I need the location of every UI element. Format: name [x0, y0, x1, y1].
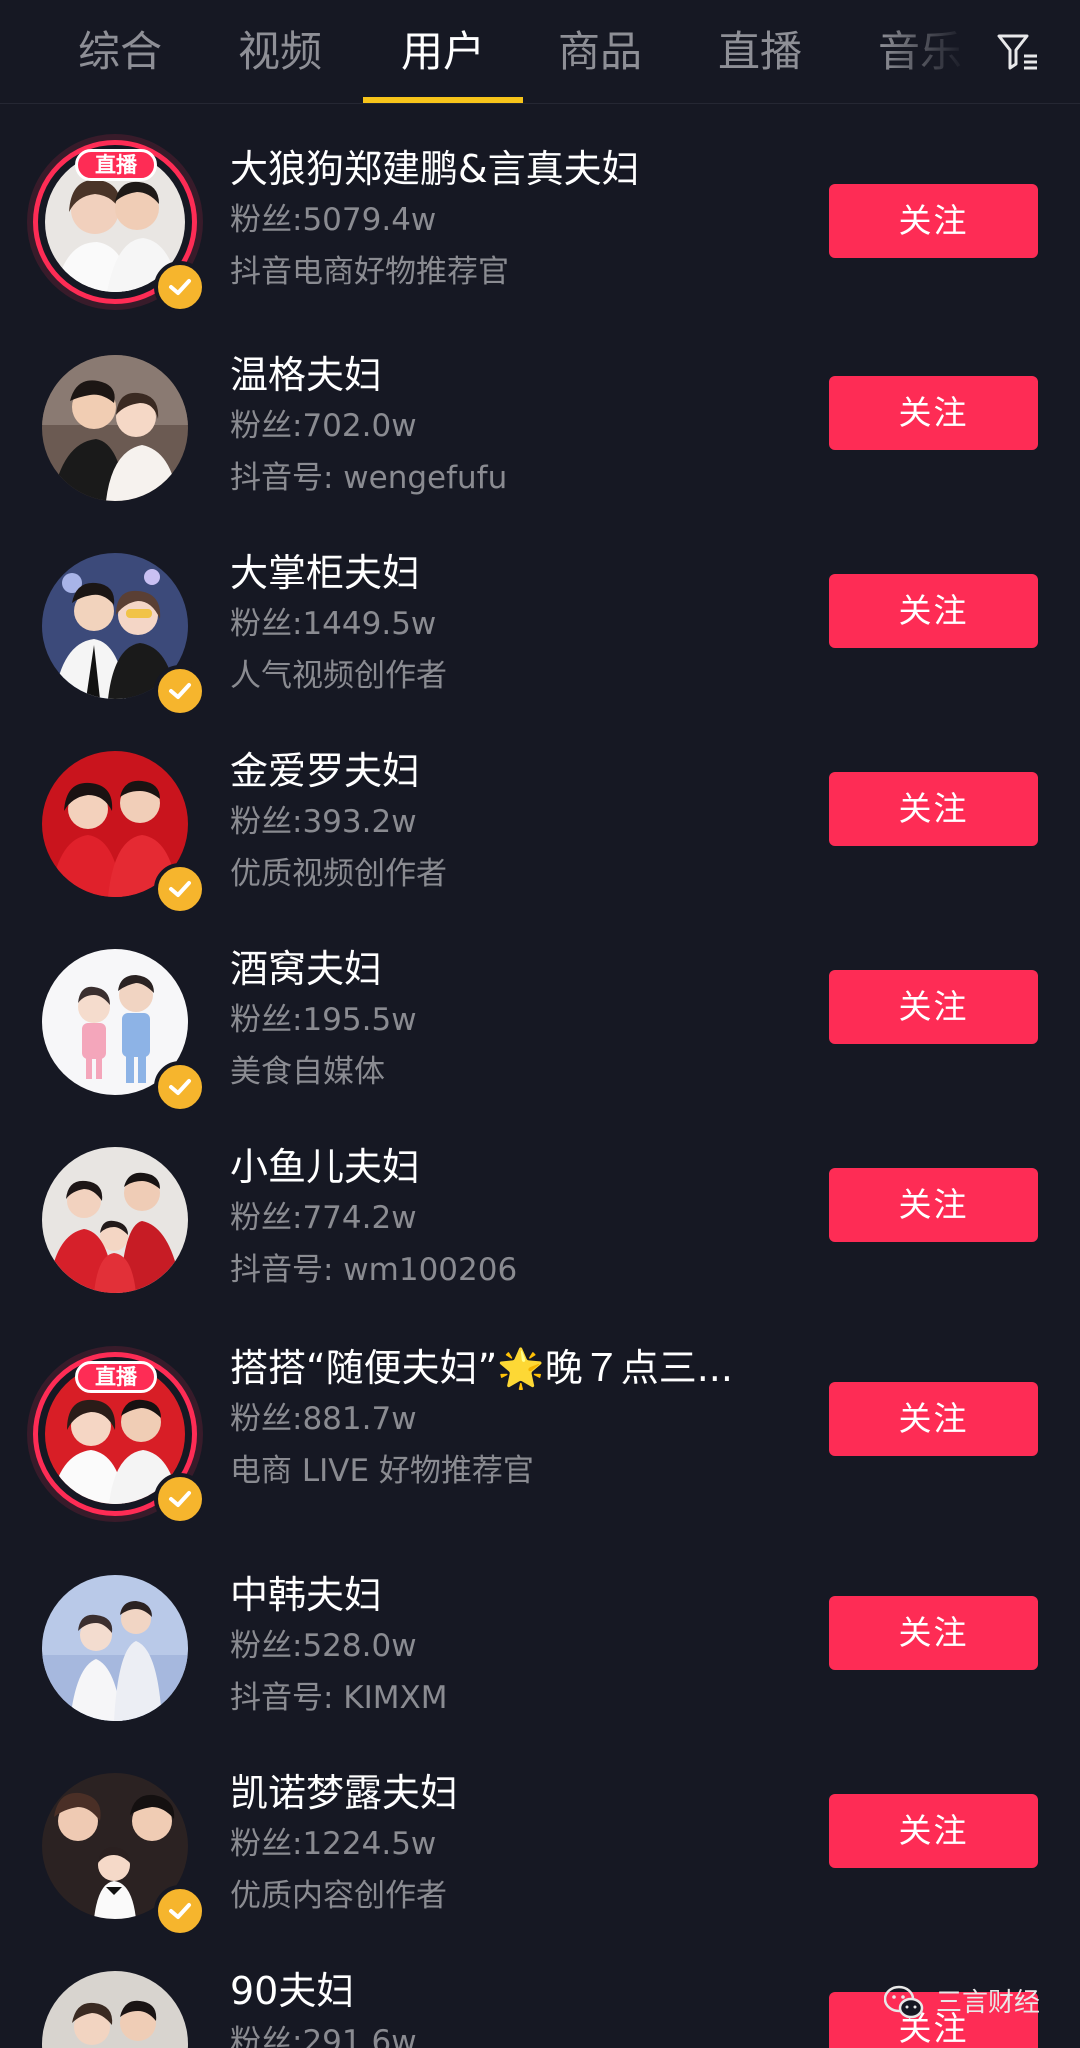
follow-button[interactable]: 关注 [829, 970, 1038, 1044]
user-name: 小鱼儿夫妇 [230, 1145, 421, 1189]
user-name: 凯诺梦露夫妇 [230, 1771, 459, 1815]
avatar-image [42, 355, 188, 501]
tab-comprehensive[interactable]: 综合 [60, 22, 180, 82]
follow-button[interactable]: 关注 [829, 1168, 1038, 1242]
tab-fade-overlay [880, 0, 990, 100]
user-desc: 抖音电商好物推荐官 [230, 254, 509, 290]
verified-badge-icon [154, 863, 206, 915]
follow-button[interactable]: 关注 [829, 1794, 1038, 1868]
watermark-text: 三言财经 [936, 1988, 1041, 2018]
user-fans: 粉丝:1449.5w [230, 606, 437, 642]
user-row[interactable]: 小鱼儿夫妇 粉丝:774.2w 抖音号: wm100206 关注 [0, 1145, 1080, 1337]
tab-products[interactable]: 商品 [540, 22, 660, 82]
follow-button[interactable]: 关注 [829, 184, 1038, 258]
user-fans: 粉丝:195.5w [230, 1002, 417, 1038]
user-fans: 粉丝:5079.4w [230, 202, 437, 238]
user-fans: 粉丝:528.0w [230, 1628, 417, 1664]
user-name: 90夫妇 [230, 1971, 355, 2013]
avatar[interactable] [42, 355, 188, 501]
user-desc: 抖音号: KIMXM [230, 1680, 448, 1716]
wechat-icon [883, 1984, 924, 2022]
user-desc: 抖音号: wm100206 [230, 1252, 518, 1288]
user-info: 金爱罗夫妇 粉丝:393.2w 优质视频创作者 [230, 746, 790, 900]
avatar[interactable] [42, 949, 206, 1113]
user-fans: 粉丝:1224.5w [230, 1826, 437, 1862]
user-info: 大掌柜夫妇 粉丝:1449.5w 人气视频创作者 [230, 548, 790, 702]
user-row[interactable]: 凯诺梦露夫妇 粉丝:1224.5w 优质内容创作者 关注 [0, 1771, 1080, 1963]
user-name: 金爱罗夫妇 [230, 749, 421, 793]
avatar[interactable] [42, 553, 206, 717]
follow-button[interactable]: 关注 [829, 772, 1038, 846]
avatar[interactable] [42, 1971, 188, 2048]
user-info: 大狼狗郑建鹏&言真夫妇 粉丝:5079.4w 抖音电商好物推荐官 [230, 144, 790, 298]
user-fans: 粉丝:881.7w [230, 1401, 417, 1437]
user-desc: 优质视频创作者 [230, 856, 447, 892]
user-row[interactable]: 大掌柜夫妇 粉丝:1449.5w 人气视频创作者 关注 [0, 551, 1080, 743]
user-row[interactable]: 中韩夫妇 粉丝:528.0w 抖音号: KIMXM 关注 [0, 1573, 1080, 1765]
user-info: 中韩夫妇 粉丝:528.0w 抖音号: KIMXM [230, 1570, 790, 1724]
user-name: 大掌柜夫妇 [230, 551, 421, 595]
user-row[interactable]: 温格夫妇 粉丝:702.0w 抖音号: wengefufu 关注 [0, 353, 1080, 545]
avatar[interactable] [42, 1773, 206, 1937]
avatar-image [42, 1575, 188, 1721]
filter-icon[interactable] [996, 30, 1040, 74]
user-name: 温格夫妇 [230, 353, 383, 397]
user-name: 大狼狗郑建鹏&言真夫妇 [230, 147, 640, 191]
follow-button[interactable]: 关注 [829, 376, 1038, 450]
verified-badge-icon [154, 1885, 206, 1937]
user-row[interactable]: 直播 搭搭“随便夫妇”🌟晚７点三... 粉丝:881.7w 电商 LIVE 好物… [0, 1346, 1080, 1551]
user-info: 温格夫妇 粉丝:702.0w 抖音号: wengefufu [230, 350, 790, 504]
user-row[interactable]: 直播 大狼狗郑建鹏&言真夫妇 粉丝:5079.4w 抖音电商好物推荐官 关注 [0, 140, 1080, 339]
user-fans: 粉丝:393.2w [230, 804, 417, 840]
avatar-image [42, 1971, 188, 2048]
live-badge: 直播 [75, 149, 157, 181]
user-fans: 粉丝:291.6w [230, 2024, 417, 2048]
avatar[interactable] [42, 751, 206, 915]
user-desc: 电商 LIVE 好物推荐官 [230, 1453, 534, 1489]
user-fans: 粉丝:702.0w [230, 408, 417, 444]
follow-button[interactable]: 关注 [829, 1596, 1038, 1670]
user-desc: 人气视频创作者 [230, 658, 447, 694]
search-result-tab-bar: 综合 视频 用户 商品 直播 音乐 [0, 0, 1080, 104]
tab-users[interactable]: 用户 [383, 22, 503, 82]
avatar[interactable]: 直播 [33, 140, 206, 313]
active-tab-indicator [363, 97, 523, 103]
tab-live[interactable]: 直播 [700, 22, 820, 82]
user-name: 中韩夫妇 [230, 1573, 383, 1617]
tab-video[interactable]: 视频 [220, 22, 340, 82]
user-row[interactable]: 金爱罗夫妇 粉丝:393.2w 优质视频创作者 关注 [0, 749, 1080, 941]
user-fans: 粉丝:774.2w [230, 1200, 417, 1236]
user-name: 搭搭“随便夫妇”🌟晚７点三... [230, 1346, 733, 1390]
user-info: 凯诺梦露夫妇 粉丝:1224.5w 优质内容创作者 [230, 1768, 790, 1922]
user-row[interactable]: 酒窝夫妇 粉丝:195.5w 美食自媒体 关注 [0, 947, 1080, 1139]
user-info: 小鱼儿夫妇 粉丝:774.2w 抖音号: wm100206 [230, 1142, 790, 1296]
verified-badge-icon [154, 1473, 206, 1525]
user-name: 酒窝夫妇 [230, 947, 383, 991]
follow-button[interactable]: 关注 [829, 574, 1038, 648]
follow-button[interactable]: 关注 [829, 1382, 1038, 1456]
user-info: 酒窝夫妇 粉丝:195.5w 美食自媒体 [230, 944, 790, 1098]
avatar[interactable] [42, 1575, 188, 1721]
verified-badge-icon [154, 261, 206, 313]
avatar-image [42, 1147, 188, 1293]
verified-badge-icon [154, 1061, 206, 1113]
verified-badge-icon [154, 665, 206, 717]
user-desc: 优质内容创作者 [230, 1878, 447, 1914]
user-info: 搭搭“随便夫妇”🌟晚７点三... 粉丝:881.7w 电商 LIVE 好物推荐官 [230, 1343, 790, 1497]
user-info: 90夫妇 粉丝:291.6w [230, 1971, 790, 2048]
avatar[interactable]: 直播 [33, 1352, 206, 1525]
avatar[interactable] [42, 1147, 188, 1293]
live-badge: 直播 [75, 1361, 157, 1393]
user-desc: 抖音号: wengefufu [230, 460, 508, 496]
user-desc: 美食自媒体 [230, 1054, 385, 1090]
